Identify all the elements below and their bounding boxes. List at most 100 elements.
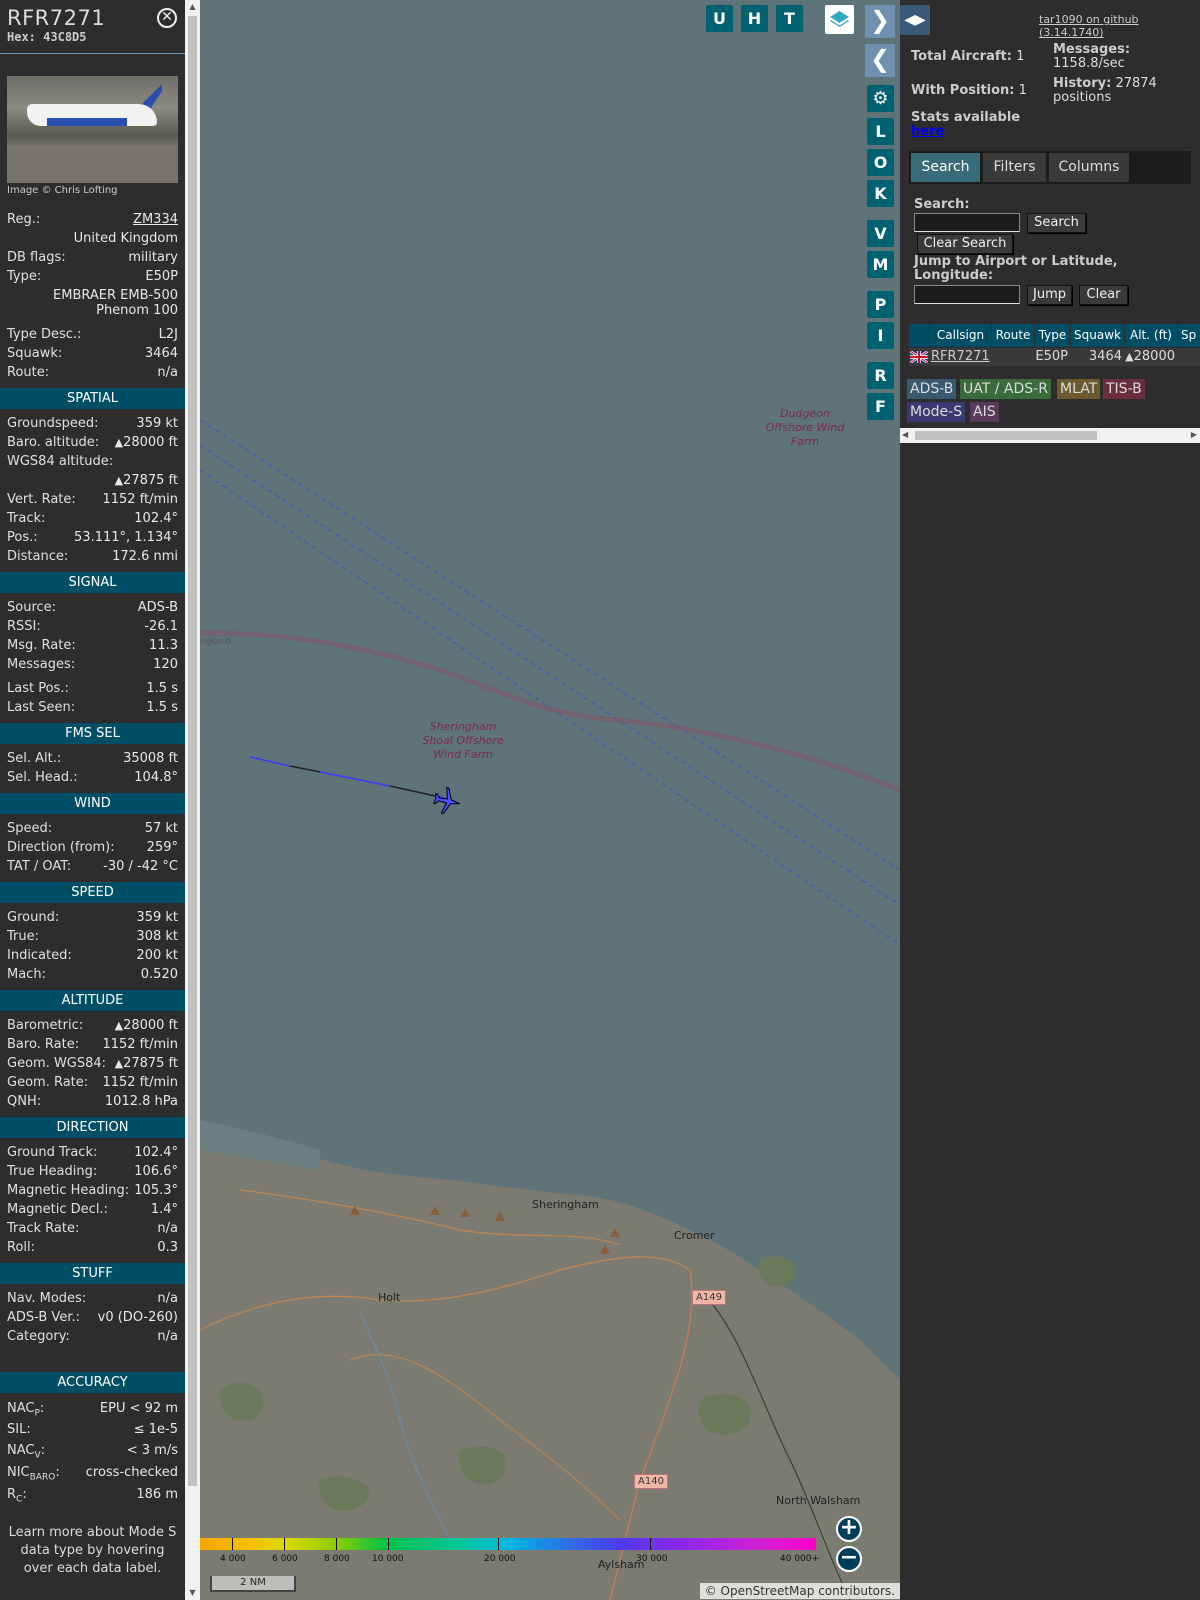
tab-search[interactable]: Search [911,153,980,182]
adsb-value: v0 (DO-260) [97,1310,178,1325]
close-icon[interactable]: ✕ [157,8,177,28]
tab-columns[interactable]: Columns [1049,153,1129,182]
stuff-nav: Nav. Modes: n/a [0,1289,185,1308]
map-button-m[interactable]: M [867,251,894,278]
layers-icon[interactable] [825,5,854,34]
table-header-alt[interactable]: Alt. (ft) [1125,324,1177,347]
row-callsign-link[interactable]: RFR7271 [931,348,991,366]
map-button-u[interactable]: U [706,5,733,32]
wind-dir-value: 259° [146,840,178,855]
zoom-out-icon[interactable]: − [836,1546,862,1572]
barorate-label: Baro. Rate: [7,1037,80,1052]
map-button-h[interactable]: H [741,5,768,32]
expand-right-icon[interactable]: ❯ [865,5,895,38]
scrollbar-thumb[interactable] [188,16,197,1486]
legend-badge-ais[interactable]: AIS [970,402,999,422]
map-view[interactable]: Dudgeon Offshore Wind Farm Sheringham Sh… [200,0,900,1600]
signal-lastpos: Last Pos.: 1.5 s [0,679,185,698]
tab-filters[interactable]: Filters [983,153,1046,182]
github-link[interactable]: tar1090 on github (3.14.1740) [1039,13,1200,39]
section-direction[interactable]: DIRECTION [0,1117,185,1138]
qnh-value: 1012.8 hPa [104,1094,178,1109]
section-spatial[interactable]: SPATIAL [0,388,185,409]
legend-badge-modes[interactable]: Mode-S [907,402,966,422]
selhead-label: Sel. Head.: [7,770,78,785]
osm-link[interactable]: OpenStreetMap [721,1584,815,1598]
table-header-flag[interactable] [909,324,929,347]
sidebar-scrollbar[interactable]: ▲ ▼ [185,0,200,1600]
boundary-line [200,630,900,793]
groundspeed-label: Groundspeed: [7,416,99,431]
hscroll-thumb[interactable] [915,431,1097,440]
map-button-f[interactable]: F [867,393,894,420]
scroll-down-icon[interactable]: ▼ [185,1586,200,1600]
collapse-left-icon[interactable]: ❮ [865,44,895,77]
section-stuff[interactable]: STUFF [0,1263,185,1284]
fms-selhead: Sel. Head.: 104.8° [0,768,185,787]
map-button-i[interactable]: I [867,322,894,349]
route-label: Route: [7,365,50,380]
section-accuracy[interactable]: ACCURACY [0,1372,185,1393]
section-speed[interactable]: SPEED [0,882,185,903]
reg-link[interactable]: ZM334 [133,210,178,229]
clear-search-button[interactable]: Clear Search [917,234,1013,254]
legend-badge-uat[interactable]: UAT / ADS-R [960,379,1051,399]
table-header-type[interactable]: Type [1035,324,1070,347]
search-input[interactable] [914,213,1020,232]
table-horizontal-scrollbar[interactable]: ◀ ▶ [900,428,1200,443]
section-signal[interactable]: SIGNAL [0,572,185,593]
search-button[interactable]: Search [1027,213,1086,233]
settings-gear-icon[interactable]: ⚙ [867,85,894,112]
nacp-value: EPU < 92 m [99,1401,178,1416]
toggle-layout-icon[interactable]: ◀▶ [900,5,930,35]
scroll-left-icon[interactable]: ◀ [902,430,908,439]
pos-value: 53.111°, 1.134° [74,530,178,545]
tr-label: Track Rate: [7,1221,80,1236]
road-badge-a149: A149 [692,1290,726,1305]
legend-badge-tisb[interactable]: TIS-B [1103,379,1145,399]
map-canvas [200,419,900,1600]
table-header-squawk[interactable]: Squawk [1071,324,1124,347]
aircraft-marker-icon[interactable] [429,783,465,819]
section-altitude[interactable]: ALTITUDE [0,990,185,1011]
scroll-right-icon[interactable]: ▶ [1191,430,1197,439]
rc-sub: C [16,1494,23,1505]
signal-rssi: RSSI: -26.1 [0,617,185,636]
wind-speed-label: Speed: [7,821,53,836]
clear-button[interactable]: Clear [1079,285,1128,305]
indicated-label: Indicated: [7,948,72,963]
wgs-label: WGS84 altitude: [7,454,114,469]
nic-value: cross-checked [85,1465,178,1480]
scroll-up-icon[interactable]: ▲ [185,0,200,14]
aircraft-photo[interactable] [7,76,178,183]
map-button-l[interactable]: L [867,118,894,145]
legend-badge-mlat[interactable]: MLAT [1057,379,1101,399]
squawk-label: Squawk: [7,346,63,361]
section-fms[interactable]: FMS SEL [0,723,185,744]
stuff-adsb: ADS-B Ver.: v0 (DO-260) [0,1308,185,1327]
map-button-v[interactable]: V [867,220,894,247]
map-button-r[interactable]: R [867,362,894,389]
source-value: ADS-B [137,600,178,615]
roll-value: 0.3 [157,1240,178,1255]
map-button-p[interactable]: P [867,291,894,318]
stats-here-link[interactable]: here [911,124,944,139]
jump-button[interactable]: Jump [1027,285,1072,305]
map-button-t[interactable]: T [776,5,803,32]
nacv-value: < 3 m/s [126,1443,178,1458]
table-header-speed[interactable]: Sp [1178,324,1200,347]
section-wind[interactable]: WIND [0,793,185,814]
table-header-route[interactable]: Route [992,324,1034,347]
selected-hex: Hex: 43C8D5 [7,30,178,44]
alt-barorate: Baro. Rate: 1152 ft/min [0,1035,185,1054]
map-button-k[interactable]: K [867,180,894,207]
jump-input[interactable] [914,285,1020,304]
map-label-cromer: Cromer [674,1229,715,1242]
colorbar-tick [388,1538,389,1550]
info-squawk: Squawk: 3464 [0,344,185,363]
zoom-in-icon[interactable]: + [836,1516,862,1542]
table-header-callsign[interactable]: Callsign [930,324,991,347]
climb-arrow-icon: ▲ [114,1019,124,1032]
legend-badge-adsb[interactable]: ADS-B [907,379,957,399]
map-button-o[interactable]: O [867,149,894,176]
